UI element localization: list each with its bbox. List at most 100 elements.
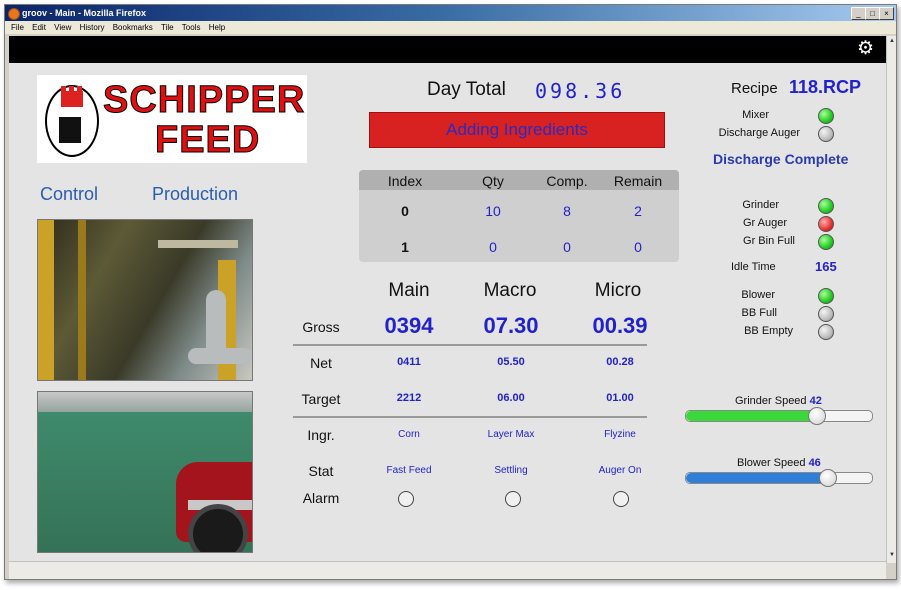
blower-speed-slider[interactable]: [685, 469, 873, 487]
window-title: groov - Main - Mozilla Firefox: [22, 8, 147, 18]
menu-tile[interactable]: Tile: [161, 21, 174, 34]
logo-seal: [45, 85, 99, 157]
alarm-macro-indicator[interactable]: [505, 491, 521, 507]
target-main-value: 2212: [396, 392, 422, 404]
stat-micro-value: Auger On: [598, 465, 642, 476]
discharge-status-text: Discharge Complete: [713, 151, 849, 167]
row-label-gross: Gross: [302, 319, 340, 335]
net-macro-value: 05.50: [497, 356, 525, 368]
discharge-auger-status-light: [818, 126, 834, 142]
mixer-status-light: [818, 108, 834, 124]
gross-micro-value: 00.39: [592, 313, 648, 338]
scroll-up-arrow-icon[interactable]: ▲: [888, 38, 896, 47]
row-label-target: Target: [301, 391, 341, 407]
gear-icon[interactable]: ⚙: [857, 39, 874, 59]
menu-view[interactable]: View: [54, 21, 71, 34]
col-header-remain: Remain: [613, 173, 663, 189]
indicator-label-discharge-auger: Discharge Auger: [718, 127, 800, 139]
nav-control-link[interactable]: Control: [40, 184, 98, 205]
blower-status-light: [818, 288, 834, 304]
minimize-button[interactable]: _: [851, 7, 866, 20]
blower-speed-label: Blower Speed 46: [737, 457, 821, 469]
nav-production-link[interactable]: Production: [152, 184, 238, 205]
menu-edit[interactable]: Edit: [32, 21, 46, 34]
camera-feed-1[interactable]: [37, 219, 253, 381]
table-cell: 10: [485, 203, 501, 219]
gross-main-value: 0394: [384, 313, 434, 338]
vertical-scrollbar[interactable]: ▲ ▼: [886, 36, 896, 563]
gross-macro-value: 07.30: [483, 313, 539, 338]
scale-header-main: Main: [388, 280, 430, 301]
row-label-alarm: Alarm: [302, 490, 340, 506]
day-total-label: Day Total: [427, 79, 506, 100]
menu-bookmarks[interactable]: Bookmarks: [113, 21, 153, 34]
stat-macro-value: Settling: [494, 465, 528, 476]
ingr-main-value: Corn: [398, 429, 420, 440]
indicator-label-grinder: Grinder: [742, 199, 779, 211]
company-logo: SCHIPPER FEED: [37, 75, 307, 163]
blower-speed-value: 46: [808, 457, 821, 469]
grinder-status-light: [818, 198, 834, 214]
firefox-icon: [8, 8, 20, 20]
target-macro-value: 06.00: [497, 392, 525, 404]
table-cell: 0: [634, 239, 642, 255]
grinder-speed-handle[interactable]: [808, 407, 826, 425]
logo-text-line1: SCHIPPER: [102, 79, 306, 122]
menu-tools[interactable]: Tools: [182, 21, 201, 34]
row-label-ingr: Ingr.: [307, 427, 335, 443]
main-panel: SCHIPPER FEED Control Production Day Tot…: [9, 63, 886, 561]
app-header-bar: ⚙: [9, 36, 886, 63]
recipe-label: Recipe: [731, 80, 778, 97]
day-total-value: 098.36: [535, 79, 626, 103]
grinder-speed-value: 42: [809, 395, 822, 407]
stat-main-value: Fast Feed: [386, 465, 432, 476]
camera-feed-2[interactable]: [37, 391, 253, 553]
col-header-qty: Qty: [482, 173, 504, 189]
browser-window: groov - Main - Mozilla Firefox _ □ × Fil…: [4, 4, 897, 580]
title-bar: groov - Main - Mozilla Firefox _ □ ×: [5, 5, 896, 21]
table-cell: 0: [401, 203, 409, 219]
maximize-button[interactable]: □: [865, 7, 880, 20]
seal-emblem: [59, 117, 81, 143]
divider: [293, 344, 647, 346]
menu-help[interactable]: Help: [209, 21, 225, 34]
grinder-speed-slider[interactable]: [685, 407, 873, 425]
indicator-label-gr-auger: Gr Auger: [742, 217, 787, 229]
bb-full-status-light: [818, 306, 834, 322]
table-cell: 1: [401, 239, 409, 255]
target-micro-value: 01.00: [606, 392, 634, 404]
indicator-label-gr-bin-full: Gr Bin Full: [743, 235, 795, 247]
ingr-micro-value: Flyzine: [604, 429, 636, 440]
row-label-stat: Stat: [308, 463, 334, 479]
table-cell: 0: [489, 239, 497, 255]
row-label-net: Net: [310, 355, 332, 371]
indicator-label-bb-full: BB Full: [741, 307, 777, 319]
col-header-index: Index: [387, 173, 423, 189]
indicator-label-bb-empty: BB Empty: [744, 325, 793, 337]
menu-file[interactable]: File: [11, 21, 24, 34]
menu-history[interactable]: History: [80, 21, 105, 34]
bb-empty-status-light: [818, 324, 834, 340]
blower-speed-fill: [686, 473, 827, 483]
castle-icon: [61, 86, 83, 107]
scroll-down-arrow-icon[interactable]: ▼: [888, 552, 896, 561]
divider: [293, 416, 647, 418]
scale-header-macro: Macro: [483, 280, 537, 301]
alarm-main-indicator[interactable]: [398, 491, 414, 507]
blower-speed-handle[interactable]: [819, 469, 837, 487]
table-cell: 8: [563, 203, 571, 219]
ingr-macro-value: Layer Max: [487, 429, 535, 440]
logo-text-line2: FEED: [154, 119, 261, 162]
table-cell: 0: [563, 239, 571, 255]
indicator-label-mixer: Mixer: [742, 109, 769, 121]
idle-time-value: 165: [815, 259, 837, 274]
status-banner: Adding Ingredients: [369, 112, 665, 148]
gr-auger-status-light: [818, 216, 834, 232]
alarm-micro-indicator[interactable]: [613, 491, 629, 507]
close-button[interactable]: ×: [879, 7, 894, 20]
scale-header-micro: Micro: [594, 280, 642, 301]
net-micro-value: 00.28: [606, 356, 634, 368]
gr-bin-full-status-light: [818, 234, 834, 250]
horizontal-scrollbar[interactable]: [9, 561, 886, 579]
recipe-value: 118.RCP: [789, 77, 862, 97]
